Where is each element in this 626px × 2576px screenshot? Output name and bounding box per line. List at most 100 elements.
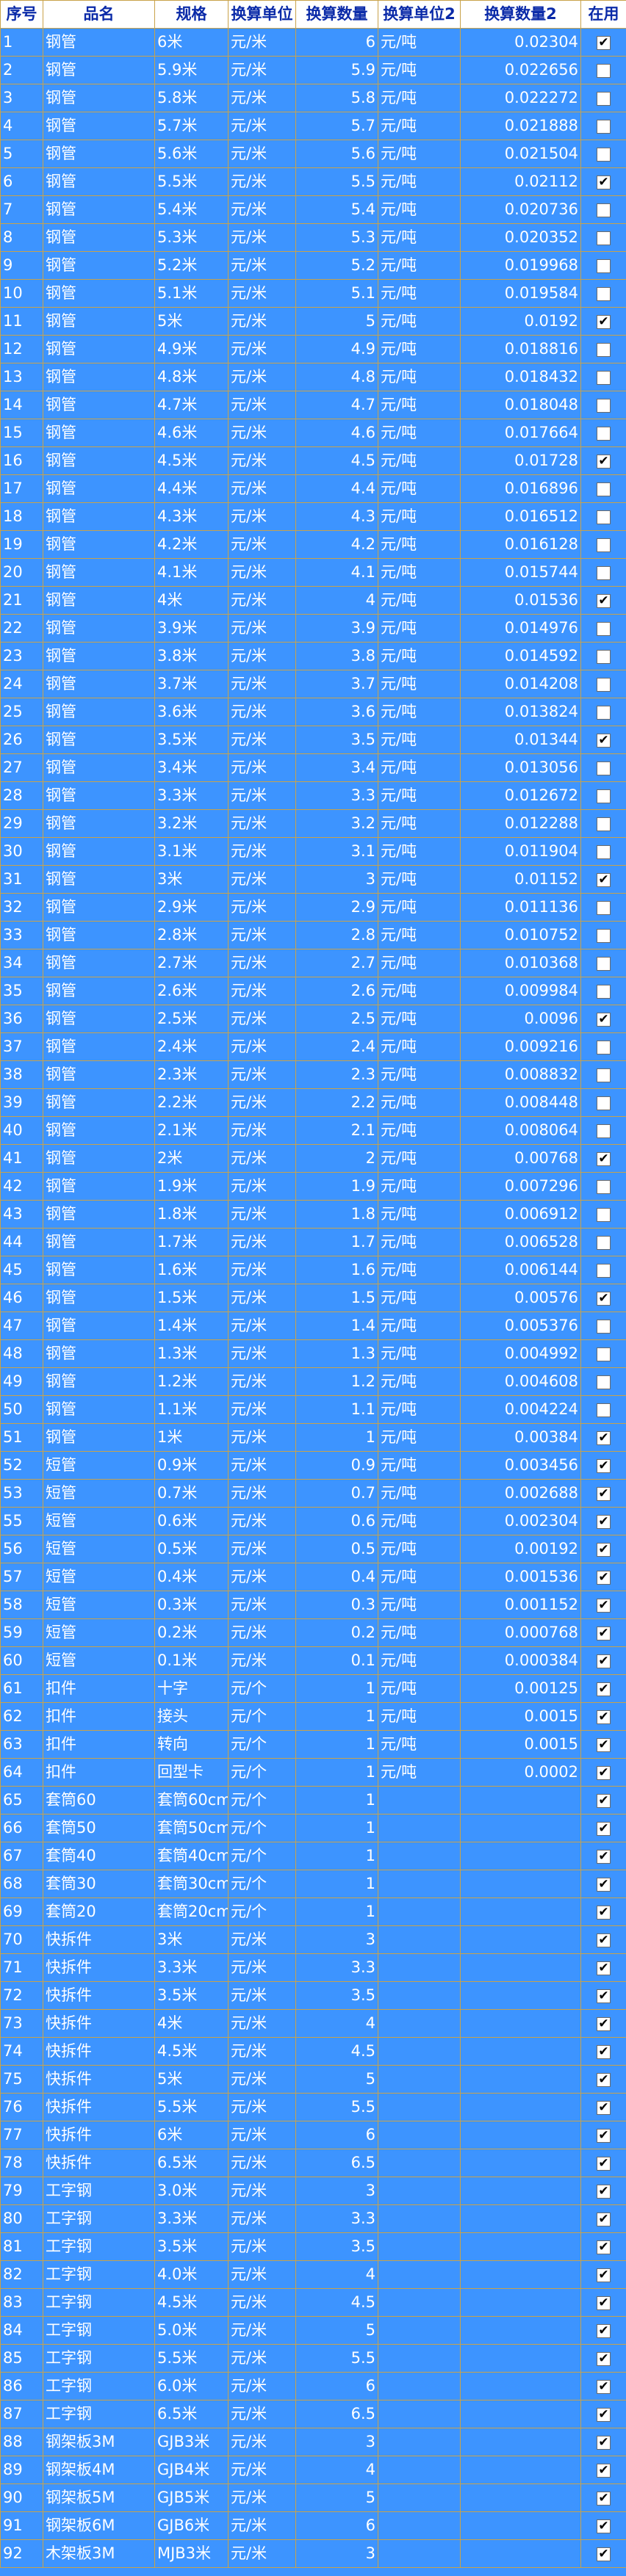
table-row[interactable]: 21 钢管 4米 元/米 4 元/吨 0.01536 ✔ (0, 586, 626, 615)
cell-qty2[interactable]: 0.0002 (460, 1758, 581, 1787)
cell-unit[interactable]: 元/米 (228, 2009, 296, 2038)
cell-qty[interactable]: 0.1 (295, 1646, 378, 1675)
table-row[interactable]: 86 工字钢 6.0米 元/米 6 ✔ (0, 2372, 626, 2400)
cell-unit2[interactable]: 元/吨 (378, 251, 461, 280)
cell-qty[interactable]: 4.1 (295, 558, 378, 587)
cell-spec[interactable]: 3.4米 (154, 753, 229, 782)
cell-unit2[interactable]: 元/吨 (378, 335, 461, 363)
cell-qty2[interactable] (460, 2204, 581, 2233)
cell-spec[interactable]: 十字 (154, 1674, 229, 1703)
cell-name[interactable]: 钢管 (43, 502, 155, 531)
cell-unit2[interactable]: 元/吨 (378, 837, 461, 866)
cell-qty[interactable]: 5.2 (295, 251, 378, 280)
cell-seq[interactable]: 11 (0, 307, 43, 336)
cell-spec[interactable]: 3.6米 (154, 698, 229, 726)
cell-unit2[interactable] (378, 2093, 461, 2121)
table-row[interactable]: 15 钢管 4.6米 元/米 4.6 元/吨 0.017664 (0, 419, 626, 447)
cell-unit2[interactable] (378, 2372, 461, 2400)
cell-name[interactable]: 钢管 (43, 335, 155, 363)
cell-unit2[interactable]: 元/吨 (378, 1144, 461, 1173)
table-row[interactable]: 56 短管 0.5米 元/米 0.5 元/吨 0.00192 ✔ (0, 1535, 626, 1563)
cell-spec[interactable]: 套筒40cm (154, 1842, 229, 1870)
table-row[interactable]: 6 钢管 5.5米 元/米 5.5 元/吨 0.02112 ✔ (0, 167, 626, 196)
column-header-unit[interactable]: 换算单位 (228, 0, 296, 29)
in-use-checkbox[interactable]: ✔ (597, 2351, 611, 2366)
cell-unit2[interactable]: 元/吨 (378, 1618, 461, 1647)
cell-unit2[interactable] (378, 2260, 461, 2289)
cell-seq[interactable]: 35 (0, 977, 43, 1005)
cell-qty[interactable]: 3.2 (295, 809, 378, 838)
cell-unit2[interactable] (378, 1814, 461, 1842)
cell-qty[interactable]: 5.7 (295, 112, 378, 140)
in-use-checkbox[interactable]: ✔ (597, 1682, 611, 1696)
cell-qty2[interactable]: 0.020352 (460, 223, 581, 252)
cell-qty[interactable]: 1 (295, 1814, 378, 1842)
cell-qty[interactable]: 4.5 (295, 2037, 378, 2066)
cell-seq[interactable]: 43 (0, 1200, 43, 1229)
cell-qty[interactable]: 6.5 (295, 2400, 378, 2428)
cell-unit2[interactable]: 元/吨 (378, 223, 461, 252)
cell-seq[interactable]: 9 (0, 251, 43, 280)
cell-unit[interactable]: 元/米 (228, 1339, 296, 1368)
cell-name[interactable]: 短管 (43, 1618, 155, 1647)
cell-seq[interactable]: 2 (0, 56, 43, 84)
cell-unit[interactable]: 元/米 (228, 2400, 296, 2428)
column-header-qty[interactable]: 换算数量 (295, 0, 378, 29)
cell-qty[interactable]: 5.4 (295, 195, 378, 224)
cell-spec[interactable]: 1.5米 (154, 1284, 229, 1312)
cell-qty[interactable]: 1 (295, 1674, 378, 1703)
cell-name[interactable]: 套筒50 (43, 1814, 155, 1842)
in-use-checkbox[interactable]: ✔ (597, 2100, 611, 2115)
in-use-checkbox[interactable]: ✔ (597, 733, 611, 748)
cell-name[interactable]: 钢管 (43, 1284, 155, 1312)
cell-unit2[interactable] (378, 2316, 461, 2345)
cell-unit[interactable]: 元/米 (228, 2177, 296, 2205)
cell-qty[interactable]: 5.6 (295, 140, 378, 168)
table-row[interactable]: 36 钢管 2.5米 元/米 2.5 元/吨 0.0096 ✔ (0, 1005, 626, 1033)
cell-unit2[interactable]: 元/吨 (378, 363, 461, 391)
cell-qty2[interactable]: 0.005376 (460, 1311, 581, 1340)
table-row[interactable]: 46 钢管 1.5米 元/米 1.5 元/吨 0.00576 ✔ (0, 1284, 626, 1312)
cell-unit[interactable]: 元/米 (228, 949, 296, 977)
cell-name[interactable]: 快拆件 (43, 2093, 155, 2121)
in-use-checkbox[interactable] (597, 342, 611, 357)
cell-seq[interactable]: 90 (0, 2483, 43, 2512)
cell-unit[interactable]: 元/米 (228, 112, 296, 140)
cell-unit[interactable]: 元/米 (228, 335, 296, 363)
cell-spec[interactable]: GJB6米 (154, 2511, 229, 2540)
cell-qty[interactable]: 2.9 (295, 893, 378, 922)
cell-unit[interactable]: 元/米 (228, 698, 296, 726)
cell-qty2[interactable]: 0.008448 (460, 1088, 581, 1117)
cell-unit2[interactable]: 元/吨 (378, 1674, 461, 1703)
in-use-checkbox[interactable]: ✔ (597, 1542, 611, 1557)
cell-unit2[interactable]: 元/吨 (378, 977, 461, 1005)
cell-name[interactable]: 钢管 (43, 363, 155, 391)
in-use-checkbox[interactable] (597, 203, 611, 217)
cell-unit2[interactable] (378, 2288, 461, 2317)
table-row[interactable]: 70 快拆件 3米 元/米 3 ✔ (0, 1925, 626, 1954)
cell-qty[interactable]: 3 (295, 2428, 378, 2456)
in-use-checkbox[interactable]: ✔ (597, 2268, 611, 2282)
cell-unit2[interactable]: 元/吨 (378, 1284, 461, 1312)
table-row[interactable]: 64 扣件 回型卡 元/个 1 元/吨 0.0002 ✔ (0, 1758, 626, 1787)
cell-unit2[interactable]: 元/吨 (378, 1395, 461, 1424)
cell-qty2[interactable] (460, 2232, 581, 2261)
cell-name[interactable]: 套筒30 (43, 1870, 155, 1898)
cell-qty[interactable]: 1.8 (295, 1200, 378, 1229)
cell-unit[interactable]: 元/米 (228, 1953, 296, 1982)
cell-unit2[interactable] (378, 2177, 461, 2205)
cell-unit2[interactable] (378, 2009, 461, 2038)
cell-unit2[interactable]: 元/吨 (378, 84, 461, 112)
table-row[interactable]: 75 快拆件 5米 元/米 5 ✔ (0, 2065, 626, 2094)
cell-qty2[interactable]: 0.019968 (460, 251, 581, 280)
cell-qty2[interactable]: 0.014592 (460, 642, 581, 670)
cell-qty2[interactable] (460, 1897, 581, 1926)
cell-name[interactable]: 钢管 (43, 56, 155, 84)
in-use-checkbox[interactable]: ✔ (597, 2547, 611, 2561)
cell-name[interactable]: 钢管 (43, 251, 155, 280)
cell-seq[interactable]: 36 (0, 1005, 43, 1033)
cell-unit2[interactable]: 元/吨 (378, 1451, 461, 1480)
cell-spec[interactable]: 1.8米 (154, 1200, 229, 1229)
cell-unit[interactable]: 元/米 (228, 809, 296, 838)
cell-name[interactable]: 套筒60 (43, 1786, 155, 1815)
